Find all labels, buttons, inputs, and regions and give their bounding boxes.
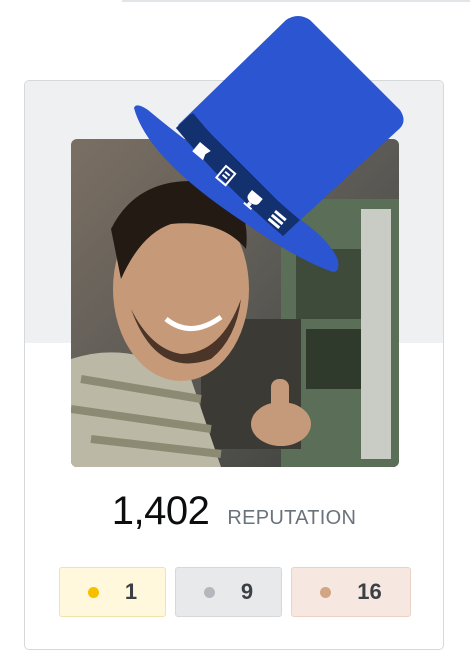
- gold-badge[interactable]: 1: [59, 567, 166, 617]
- top-divider: [122, 0, 470, 2]
- silver-badge-count: 9: [240, 579, 254, 604]
- bronze-badge[interactable]: 16: [291, 567, 411, 617]
- bronze-badge-icon: [320, 586, 332, 598]
- gold-badge-count: 1: [124, 579, 138, 604]
- reputation-label: REPUTATION: [227, 507, 357, 529]
- reputation: 1,402 REPUTATION: [25, 489, 443, 534]
- bronze-badge-count: 16: [357, 579, 382, 604]
- silver-badge[interactable]: 9: [175, 567, 282, 617]
- silver-badge-icon: [203, 586, 215, 598]
- badge-counts: 1 9 16: [59, 567, 411, 617]
- reputation-value: 1,402: [111, 489, 210, 533]
- gold-badge-icon: [87, 586, 99, 598]
- top-hat-decoration: [128, 10, 408, 290]
